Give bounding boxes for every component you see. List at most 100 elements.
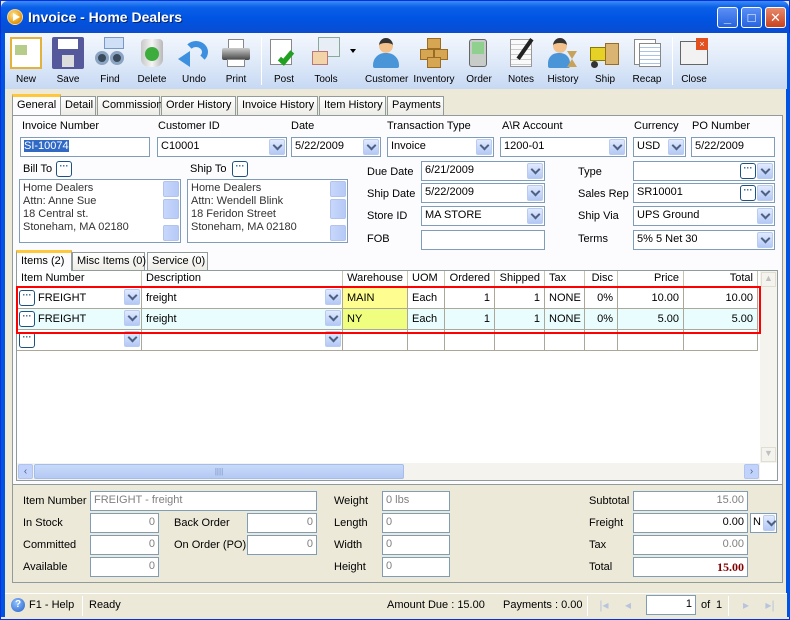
cell-shipped[interactable] bbox=[495, 330, 545, 351]
tab-items[interactable]: Items (2) bbox=[16, 250, 72, 271]
bill-to-address[interactable]: Home Dealers Attn: Anne Sue 18 Central st.… bbox=[19, 179, 181, 243]
col-ordered[interactable]: Ordered bbox=[445, 271, 495, 287]
help-hint[interactable]: F1 - Help bbox=[29, 599, 74, 611]
width-field[interactable]: 0 bbox=[382, 535, 450, 555]
cell-shipped[interactable]: 1 bbox=[495, 288, 545, 309]
order-button[interactable]: Order bbox=[458, 35, 500, 87]
tab-invoice-history[interactable]: Invoice History bbox=[237, 96, 318, 115]
first-record-icon[interactable]: |◂ bbox=[597, 598, 611, 614]
cell-ordered[interactable]: 1 bbox=[445, 309, 495, 330]
cell-disc[interactable]: 0% bbox=[585, 288, 618, 309]
title-bar[interactable]: Invoice - Home Dealers _ □ ✕ bbox=[1, 1, 789, 33]
tab-order-history[interactable]: Order History bbox=[161, 96, 236, 115]
cell-ordered[interactable]: 1 bbox=[445, 288, 495, 309]
cell-disc[interactable] bbox=[585, 330, 618, 351]
find-button[interactable]: Find bbox=[89, 35, 131, 87]
item-lookup-button[interactable]: ··· bbox=[19, 332, 35, 348]
scroll-up-icon[interactable] bbox=[330, 181, 346, 197]
on-order-field[interactable]: 0 bbox=[247, 535, 317, 555]
store-id-select[interactable]: MA STORE bbox=[421, 206, 545, 226]
minimize-button[interactable]: _ bbox=[717, 7, 738, 28]
next-record-icon[interactable]: ▸ bbox=[739, 598, 753, 614]
tab-general[interactable]: General bbox=[12, 94, 61, 115]
cell-warehouse[interactable] bbox=[343, 330, 408, 351]
scroll-thumb[interactable]: |||| bbox=[34, 464, 404, 479]
col-description[interactable]: Description bbox=[142, 271, 343, 287]
tab-service[interactable]: Service (0) bbox=[147, 252, 208, 271]
help-icon[interactable]: ? bbox=[11, 598, 25, 612]
type-combo[interactable]: ··· bbox=[633, 161, 775, 181]
po-number-field[interactable]: 5/22/2009 bbox=[691, 137, 775, 157]
chevron-down-icon[interactable] bbox=[325, 331, 341, 347]
chevron-down-icon[interactable] bbox=[325, 310, 341, 326]
cell-description[interactable]: freight bbox=[142, 288, 343, 309]
scroll-thumb[interactable] bbox=[330, 199, 346, 219]
sales-rep-combo[interactable]: SR10001 ··· bbox=[633, 183, 775, 203]
tools-button[interactable]: Tools bbox=[305, 35, 347, 87]
type-lookup-button[interactable]: ··· bbox=[740, 163, 756, 179]
available-field[interactable]: 0 bbox=[90, 557, 159, 577]
scroll-left-icon[interactable]: ‹ bbox=[18, 464, 33, 479]
currency-select[interactable]: USD bbox=[633, 137, 686, 157]
chevron-down-icon[interactable] bbox=[527, 163, 543, 179]
cell-item-number[interactable]: ··· FREIGHT bbox=[17, 288, 142, 309]
cell-total[interactable] bbox=[684, 330, 758, 351]
cell-disc[interactable]: 0% bbox=[585, 309, 618, 330]
cell-uom[interactable]: Each bbox=[408, 309, 445, 330]
fob-field[interactable] bbox=[421, 230, 545, 250]
new-button[interactable]: New bbox=[5, 35, 47, 87]
chevron-down-icon[interactable] bbox=[527, 208, 543, 224]
ship-to-address[interactable]: Home Dealers Attn: Wendell Blink 18 Ferido… bbox=[187, 179, 348, 243]
ship-to-lookup-button[interactable]: ··· bbox=[232, 161, 248, 177]
in-stock-field[interactable]: 0 bbox=[90, 513, 159, 533]
scroll-right-icon[interactable]: › bbox=[744, 464, 759, 479]
chevron-down-icon[interactable] bbox=[757, 232, 773, 248]
scroll-thumb[interactable] bbox=[163, 199, 179, 219]
committed-field[interactable]: 0 bbox=[90, 535, 159, 555]
scroll-down-icon[interactable]: ▼ bbox=[761, 447, 776, 462]
col-item-number[interactable]: Item Number bbox=[17, 271, 142, 287]
cell-total[interactable]: 5.00 bbox=[684, 309, 758, 330]
tab-item-history[interactable]: Item History bbox=[319, 96, 386, 115]
chevron-down-icon[interactable] bbox=[757, 208, 773, 224]
tab-commission[interactable]: Commission bbox=[97, 96, 163, 115]
scroll-down-icon[interactable] bbox=[330, 225, 346, 241]
length-field[interactable]: 0 bbox=[382, 513, 450, 533]
cell-uom[interactable] bbox=[408, 330, 445, 351]
inventory-button[interactable]: Inventory bbox=[413, 35, 455, 87]
post-button[interactable]: Post bbox=[263, 35, 305, 87]
tools-dropdown-arrow-icon[interactable] bbox=[350, 49, 356, 53]
cell-price[interactable]: 5.00 bbox=[618, 309, 684, 330]
date-picker[interactable]: 5/22/2009 bbox=[291, 137, 381, 157]
close-window-button[interactable]: ✕ bbox=[765, 7, 786, 28]
cell-warehouse[interactable]: NY bbox=[343, 309, 408, 330]
ship-button[interactable]: Ship bbox=[584, 35, 626, 87]
delete-button[interactable]: Delete bbox=[131, 35, 173, 87]
scroll-down-icon[interactable] bbox=[163, 225, 179, 241]
col-price[interactable]: Price bbox=[618, 271, 684, 287]
cell-shipped[interactable]: 1 bbox=[495, 309, 545, 330]
cell-item-number[interactable]: ··· FREIGHT bbox=[17, 309, 142, 330]
maximize-button[interactable]: □ bbox=[741, 7, 762, 28]
col-shipped[interactable]: Shipped bbox=[495, 271, 545, 287]
col-tax[interactable]: Tax bbox=[545, 271, 585, 287]
record-number-field[interactable]: 1 bbox=[646, 595, 696, 615]
grid-vertical-scrollbar[interactable]: ▲ ▼ bbox=[760, 271, 777, 463]
weight-field[interactable]: 0 lbs bbox=[382, 491, 450, 511]
cell-ordered[interactable] bbox=[445, 330, 495, 351]
chevron-down-icon[interactable] bbox=[325, 289, 341, 305]
cell-price[interactable]: 10.00 bbox=[618, 288, 684, 309]
col-uom[interactable]: UOM bbox=[408, 271, 445, 287]
col-warehouse[interactable]: Warehouse bbox=[343, 271, 408, 287]
ar-account-combo[interactable]: 1200-01 bbox=[500, 137, 627, 157]
chevron-down-icon[interactable] bbox=[124, 289, 140, 305]
terms-select[interactable]: 5% 5 Net 30 bbox=[633, 230, 775, 250]
sales-rep-lookup-button[interactable]: ··· bbox=[740, 185, 756, 201]
chevron-down-icon[interactable] bbox=[757, 163, 773, 179]
item-lookup-button[interactable]: ··· bbox=[19, 311, 35, 327]
close-button[interactable]: × Close bbox=[673, 35, 715, 87]
chevron-down-icon[interactable] bbox=[363, 139, 379, 155]
tab-payments[interactable]: Payments bbox=[387, 96, 444, 115]
col-total[interactable]: Total bbox=[684, 271, 758, 287]
ship-via-select[interactable]: UPS Ground bbox=[633, 206, 775, 226]
